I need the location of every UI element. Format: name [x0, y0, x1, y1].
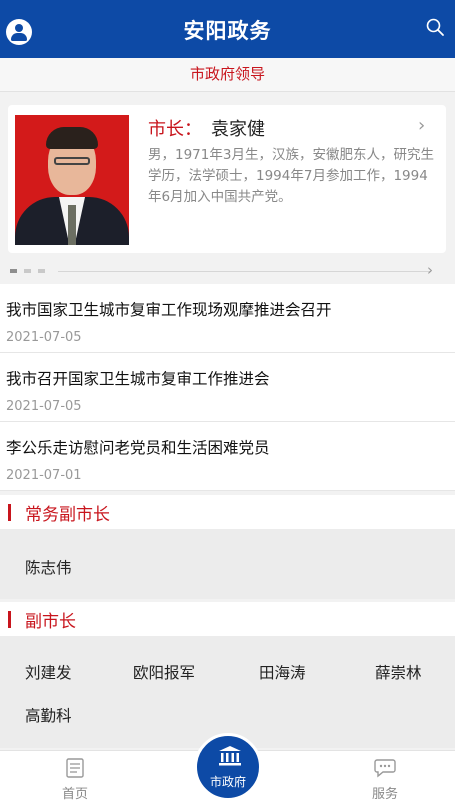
section-title: 常务副市长 — [25, 505, 110, 525]
tab-home[interactable]: 首页 — [45, 757, 105, 800]
mayor-name: 袁家健 — [211, 119, 265, 140]
leader-name-link[interactable]: 欧阳报军 — [133, 661, 195, 683]
page-subtitle: 市政府领导 — [189, 65, 265, 83]
mayor-card[interactable]: 市长： 袁家健 › 男，1971年3月生，汉族，安徽肥东人，研究生学历，法学硕士… — [8, 105, 446, 253]
news-title: 李公乐走访慰问老党员和生活困难党员 — [6, 439, 270, 457]
mayor-bio: 男，1971年3月生，汉族，安徽肥东人，研究生学历，法学硕士，1994年7月参加… — [148, 147, 434, 205]
section-marker — [8, 611, 11, 628]
news-date: 2021-07-01 — [6, 468, 82, 483]
news-list: 我市国家卫生城市复审工作现场观摩推进会召开 2021-07-05 我市召开国家卫… — [0, 284, 455, 491]
mayor-photo — [15, 115, 129, 245]
leader-name-link[interactable]: 薛崇林 — [375, 661, 422, 683]
carousel-dot[interactable] — [24, 269, 31, 273]
chat-icon — [374, 759, 396, 778]
news-date: 2021-07-05 — [6, 399, 82, 414]
page-subtitle-bar: 市政府领导 — [0, 58, 455, 92]
chevron-right-icon[interactable]: › — [427, 261, 433, 279]
government-building-icon — [219, 746, 241, 766]
tab-service-label: 服务 — [371, 787, 398, 800]
news-title: 我市国家卫生城市复审工作现场观摩推进会召开 — [6, 301, 332, 319]
vice-mayor-list: 刘建发 欧阳报军 田海涛 薛崇林 高勤科 — [0, 636, 455, 748]
executive-vice-mayor-list: 陈志伟 — [0, 529, 455, 599]
leader-name-link[interactable]: 陈志伟 — [25, 556, 72, 578]
carousel-dot[interactable] — [38, 269, 45, 273]
vice-mayor-heading: 副市长 — [0, 602, 455, 636]
tab-government-label: 市政府 — [209, 775, 246, 789]
news-item[interactable]: 我市国家卫生城市复审工作现场观摩推进会召开 2021-07-05 — [0, 284, 455, 353]
mayor-role-label: 市长： — [148, 119, 202, 140]
carousel-indicator: › — [8, 261, 448, 279]
news-item[interactable]: 我市召开国家卫生城市复审工作推进会 2021-07-05 — [0, 353, 455, 422]
section-marker — [8, 504, 11, 521]
news-item[interactable]: 李公乐走访慰问老党员和生活困难党员 2021-07-01 — [0, 422, 455, 491]
app-title: 安阳政务 — [183, 19, 272, 43]
carousel-dot[interactable] — [10, 269, 17, 273]
tab-government[interactable]: 市政府 — [194, 733, 262, 800]
leader-name-link[interactable]: 刘建发 — [25, 661, 72, 683]
leader-name-link[interactable]: 高勤科 — [25, 704, 72, 726]
chevron-right-icon[interactable]: › — [418, 115, 425, 136]
search-icon[interactable] — [425, 17, 445, 37]
section-title: 副市长 — [25, 612, 76, 632]
tab-home-label: 首页 — [61, 787, 88, 800]
executive-vice-mayor-heading: 常务副市长 — [0, 495, 455, 529]
news-date: 2021-07-05 — [6, 330, 82, 345]
leader-name-link[interactable]: 田海涛 — [259, 661, 306, 683]
carousel-track — [58, 271, 430, 272]
news-title: 我市召开国家卫生城市复审工作推进会 — [6, 370, 270, 388]
tab-service[interactable]: 服务 — [355, 757, 415, 800]
home-doc-icon — [66, 758, 84, 778]
top-app-bar: 安阳政务 — [0, 0, 455, 58]
